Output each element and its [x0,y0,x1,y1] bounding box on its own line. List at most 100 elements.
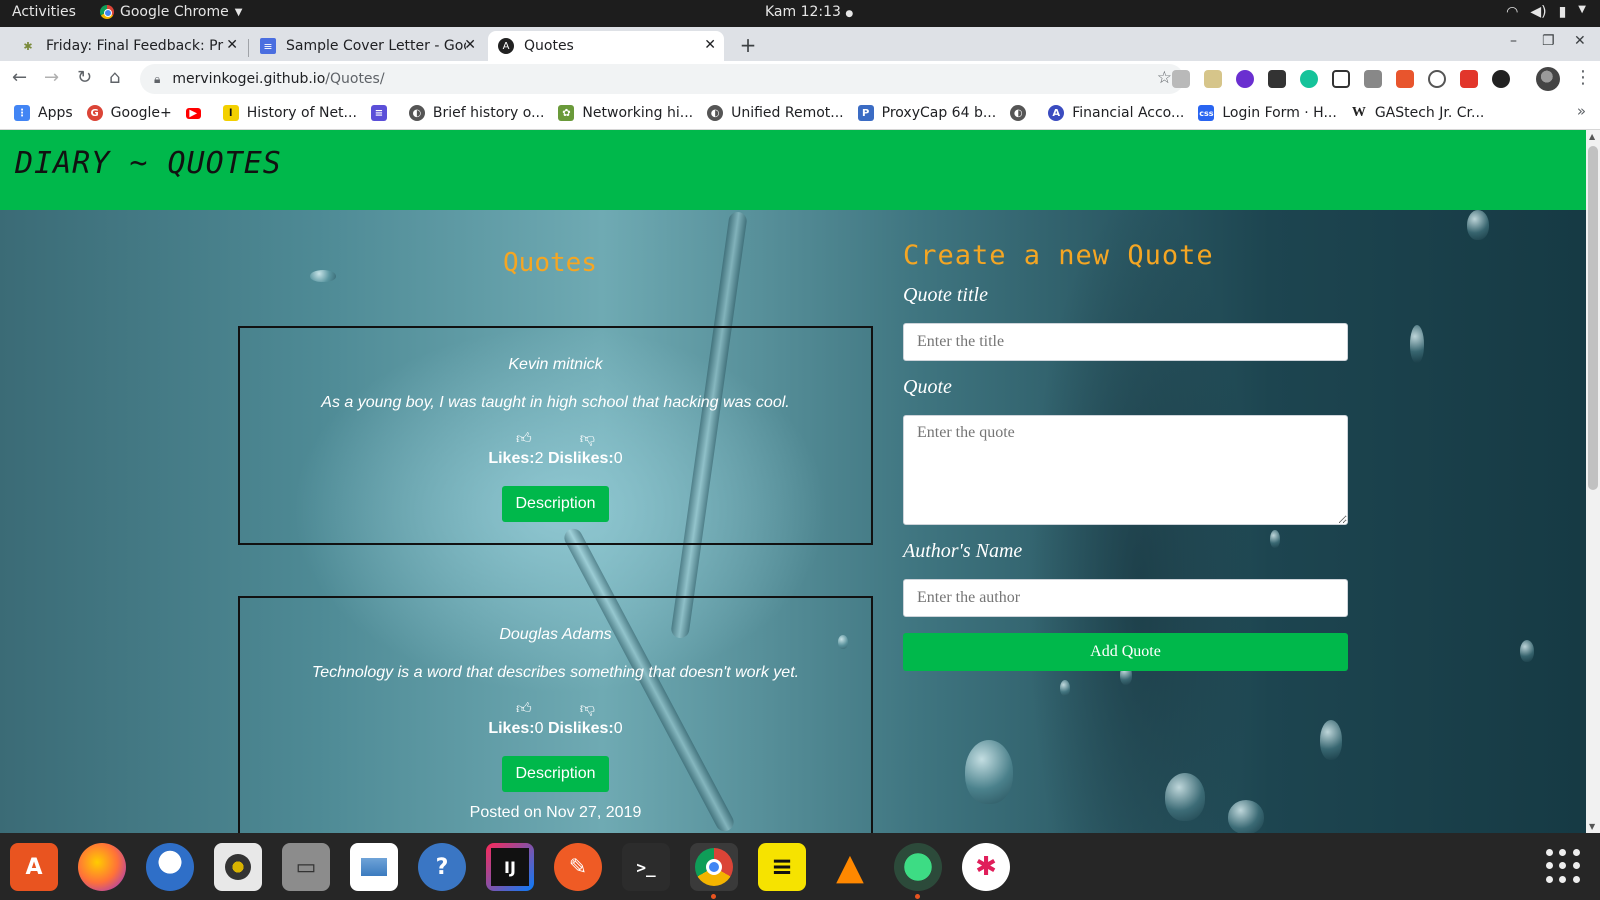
chrome-icon[interactable] [690,843,738,899]
slack-icon[interactable]: ✱ [962,843,1010,891]
bookmark-financial-accounting[interactable]: A Financial Acco... [1048,105,1184,121]
bookmark-label: Brief history o... [432,105,545,121]
description-button[interactable]: Description [502,756,609,792]
activities-button[interactable]: Activities [12,4,76,20]
dislikes-label: Dislikes: [547,450,614,467]
speaker-icon [225,854,251,880]
bookmark-docs[interactable]: ≡ [370,105,395,121]
author-input[interactable] [903,579,1348,617]
globe-icon: ◐ [1010,105,1027,121]
picture-icon [361,858,387,876]
back-icon[interactable]: ← [12,67,27,88]
vlc-icon[interactable]: ▲ [826,843,874,891]
extension-icon[interactable] [1204,70,1222,88]
bookmark-google-plus[interactable]: G Google+ [86,105,172,121]
restore-icon[interactable]: ❐ [1542,33,1555,49]
intellij-icon[interactable]: IJ [486,843,534,891]
grammarly-icon[interactable] [1300,70,1318,88]
terminal-icon[interactable]: >_ [622,843,670,891]
extension-icon[interactable] [1332,70,1350,88]
tab-divider [248,39,249,57]
close-tab-icon[interactable]: ✕ [704,37,716,53]
bookmark-unified-remote[interactable]: ◐ Unified Remot... [707,105,844,121]
app-menu[interactable]: Google Chrome ▼ [100,4,242,20]
description-button[interactable]: Description [502,486,609,522]
extension-icon[interactable] [1364,70,1382,88]
add-quote-button[interactable]: Add Quote [903,633,1348,671]
quote-card: Kevin mitnick As a young boy, I was taug… [238,326,873,545]
files-icon[interactable]: ▭ [282,843,330,891]
bookmark-youtube[interactable]: ▶ [185,107,209,119]
clock[interactable]: Kam 12:13 ● [765,4,853,20]
tab-strip: ✱ Friday: Final Feedback: Pr ✕ ≡ Sample … [0,27,1600,61]
background-decoration [1165,773,1205,821]
rhythmbox-icon[interactable] [214,843,262,891]
more-bookmarks-icon[interactable]: » [1577,102,1586,120]
thumbs-down-icon[interactable]: 👎︎ [580,430,595,448]
scrollbar-thumb[interactable] [1588,146,1598,490]
firefox-icon[interactable] [78,843,126,891]
extension-icon[interactable] [1492,70,1510,88]
form-heading: Create a new Quote [903,240,1214,271]
system-tray[interactable]: ◠ ◀) ▮ ▼ [1506,4,1586,20]
scroll-down-icon[interactable]: ▼ [1589,822,1595,831]
bookmark-label: ProxyCap 64 b... [881,105,997,121]
android-studio-icon[interactable] [894,843,942,899]
bookmark-networking-history[interactable]: ✿ Networking hi... [558,105,693,121]
proxycap-icon: P [857,105,874,121]
dock: A ▭ ? IJ ✎ >_ ≡ ▲ ✱ [0,833,1600,900]
ubuntu-software-icon[interactable]: A [10,843,58,891]
show-applications-icon[interactable] [1546,849,1580,883]
close-window-icon[interactable]: ✕ [1574,33,1586,49]
profile-avatar[interactable] [1536,67,1560,91]
bookmark-apps[interactable]: ⋮ Apps [14,105,73,121]
tab-quotes[interactable]: A Quotes ✕ [488,31,724,61]
quote-author: Douglas Adams [499,626,612,643]
forward-icon[interactable]: → [44,67,59,88]
thumbs-up-icon[interactable]: 👍︎ [516,430,532,448]
address-bar[interactable]: 🔒︎ mervinkogei.github.io/Quotes/ ☆ [140,64,1184,94]
chrome-menu-icon[interactable]: ⋮ [1574,67,1592,88]
bookmark-star-icon[interactable]: ☆ [1157,68,1172,88]
help-icon[interactable]: ? [418,843,466,891]
extension-icon[interactable] [1236,70,1254,88]
bookmark-label: Login Form · H... [1222,105,1337,121]
chrome-logo [695,848,733,886]
extension-icon[interactable] [1268,70,1286,88]
tab-title: Sample Cover Letter - Goo [286,38,466,54]
bookmark-gastech[interactable]: W GAStech Jr. Cr... [1350,105,1484,121]
close-tab-icon[interactable]: ✕ [464,37,476,53]
tab-friday-feedback[interactable]: ✱ Friday: Final Feedback: Pr ✕ [10,31,246,61]
quote-title-input[interactable] [903,323,1348,361]
postman-icon[interactable]: ✎ [554,843,602,891]
scroll-up-icon[interactable]: ▲ [1589,132,1595,141]
close-tab-icon[interactable]: ✕ [226,37,238,53]
extension-icon[interactable] [1396,70,1414,88]
bookmark-proxycap[interactable]: P ProxyCap 64 b... [857,105,997,121]
minimize-icon[interactable]: – [1510,33,1517,49]
reload-icon[interactable]: ↻ [77,67,92,88]
bookmark-globe[interactable]: ◐ [1010,105,1034,121]
site-brand[interactable]: DIARY ~ QUOTES [15,146,282,181]
bookmark-brief-history[interactable]: ◐ Brief history o... [408,105,545,121]
thumbs-down-icon[interactable]: 👎︎ [580,700,595,718]
home-icon[interactable]: ⌂ [109,67,120,88]
thumbs-up-icon[interactable]: 👍︎ [516,700,532,718]
tab-cover-letter[interactable]: ≡ Sample Cover Letter - Goo ✕ [250,31,484,61]
quote-author: Kevin mitnick [508,356,603,373]
new-tab-button[interactable]: + [734,31,762,59]
apps-grid-icon: ⋮ [14,105,30,121]
bookmark-login-form[interactable]: css Login Form · H... [1198,105,1337,121]
bookmark-history-of-net[interactable]: l History of Net... [222,105,357,121]
extension-icon[interactable] [1428,70,1446,88]
clock-label: Kam 12:13 [765,4,841,20]
notes-icon[interactable]: ≡ [758,843,806,891]
image-viewer-icon[interactable] [350,843,398,891]
bookmark-label: Google+ [110,105,172,121]
thunderbird-icon[interactable] [146,843,194,891]
quote-textarea[interactable] [903,415,1348,525]
extension-icon[interactable] [1460,70,1478,88]
intellij-logo: IJ [491,848,529,886]
page-scrollbar[interactable]: ▲ ▼ [1586,130,1600,833]
extension-icon[interactable] [1172,70,1190,88]
